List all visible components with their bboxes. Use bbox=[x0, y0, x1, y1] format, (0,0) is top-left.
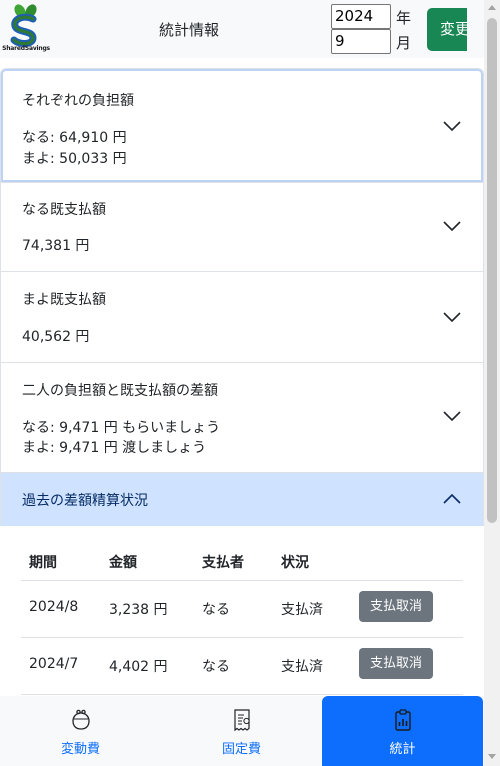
accordion-title: なる既支払額 bbox=[22, 202, 106, 218]
accordion-item-naru-paid[interactable]: なる既支払額 74,381 円 bbox=[0, 183, 484, 272]
receipt-icon bbox=[233, 709, 250, 732]
nav-label: 変動費 bbox=[60, 742, 100, 757]
chevron-down-icon bbox=[443, 121, 461, 131]
chevron-down-icon bbox=[443, 312, 461, 322]
cancel-payment-button[interactable]: 支払取消 bbox=[359, 648, 433, 679]
accordion-title: まよ既支払額 bbox=[22, 292, 106, 308]
settlement-table: 期間 金額 支払者 状況 2024/8 3,238 円 なる 支払済 支払取消 … bbox=[21, 544, 463, 695]
naru-diff-value: なる: 9,471 円 もらいましょう bbox=[22, 420, 221, 436]
status-cell: 支払済 bbox=[281, 602, 323, 618]
period-cell: 2024/7 bbox=[29, 656, 79, 672]
cancel-payment-button[interactable]: 支払取消 bbox=[359, 591, 433, 622]
column-header-period: 期間 bbox=[29, 555, 57, 571]
scroll-down-arrow-icon[interactable] bbox=[488, 754, 496, 759]
accordion-title: 二人の負担額と既支払額の差額 bbox=[22, 383, 218, 399]
naru-paid-value: 74,381 円 bbox=[22, 238, 90, 254]
column-header-status: 状況 bbox=[281, 555, 309, 571]
nav-label: 統計 bbox=[389, 742, 416, 757]
payer-cell: なる bbox=[202, 602, 230, 618]
stats-accordion: それぞれの負担額 なる: 64,910 円 まよ: 50,033 円 なる既支払… bbox=[0, 68, 484, 526]
table-row: 2024/7 4,402 円 なる 支払済 支払取消 bbox=[21, 638, 463, 695]
accordion-item-mayo-paid[interactable]: まよ既支払額 40,562 円 bbox=[0, 272, 484, 363]
bottom-nav: 変動費 固定費 統計 bbox=[0, 696, 484, 766]
page-scrollbar[interactable] bbox=[484, 0, 500, 766]
table-header: 期間 金額 支払者 状況 bbox=[21, 544, 463, 581]
accordion-item-diff[interactable]: 二人の負担額と既支払額の差額 なる: 9,471 円 もらいましょう まよ: 9… bbox=[0, 363, 484, 473]
column-header-payer: 支払者 bbox=[202, 555, 244, 571]
nav-item-stats[interactable]: 統計 bbox=[322, 696, 483, 766]
accordion-title: 過去の差額精算状況 bbox=[22, 493, 148, 509]
status-cell: 支払済 bbox=[281, 659, 323, 675]
logo-text: SharedSavings bbox=[2, 45, 50, 52]
coin-purse-icon bbox=[71, 709, 90, 730]
clipboard-chart-icon bbox=[394, 709, 411, 731]
scrollbar-thumb[interactable] bbox=[487, 18, 497, 523]
mayo-diff-value: まよ: 9,471 円 渡しましょう bbox=[22, 440, 207, 456]
column-header-amount: 金額 bbox=[109, 555, 137, 571]
amount-cell: 3,238 円 bbox=[109, 602, 168, 618]
app-logo[interactable]: SharedSavings bbox=[1, 3, 50, 53]
accordion-item-history[interactable]: 過去の差額精算状況 bbox=[0, 473, 484, 526]
period-cell: 2024/8 bbox=[29, 599, 79, 615]
mayo-paid-value: 40,562 円 bbox=[22, 329, 90, 345]
month-unit-label: 月 bbox=[396, 34, 412, 52]
nav-label: 固定費 bbox=[221, 742, 261, 757]
app-header: SharedSavings 統計情報 2024 年 9 月 変更 bbox=[0, 0, 484, 58]
chevron-down-icon bbox=[443, 221, 461, 231]
payer-cell: なる bbox=[202, 659, 230, 675]
amount-cell: 4,402 円 bbox=[109, 659, 168, 675]
chevron-down-icon bbox=[443, 411, 461, 421]
naru-burden-value: なる: 64,910 円 bbox=[22, 130, 127, 146]
change-button[interactable]: 変更 bbox=[427, 8, 467, 51]
mayo-burden-value: まよ: 50,033 円 bbox=[22, 151, 127, 167]
logo-icon bbox=[10, 4, 37, 47]
year-unit-label: 年 bbox=[396, 9, 412, 27]
page-title: 統計情報 bbox=[159, 21, 220, 39]
nav-item-variable[interactable]: 変動費 bbox=[0, 696, 161, 766]
year-input[interactable]: 2024 bbox=[331, 4, 391, 29]
nav-item-fixed[interactable]: 固定費 bbox=[161, 696, 322, 766]
month-input[interactable]: 9 bbox=[331, 29, 391, 54]
accordion-item-burden[interactable]: それぞれの負担額 なる: 64,910 円 まよ: 50,033 円 bbox=[0, 68, 484, 183]
scroll-up-arrow-icon[interactable] bbox=[488, 5, 496, 10]
table-row: 2024/8 3,238 円 なる 支払済 支払取消 bbox=[21, 581, 463, 638]
chevron-up-icon bbox=[443, 494, 461, 504]
accordion-title: それぞれの負担額 bbox=[22, 93, 134, 109]
